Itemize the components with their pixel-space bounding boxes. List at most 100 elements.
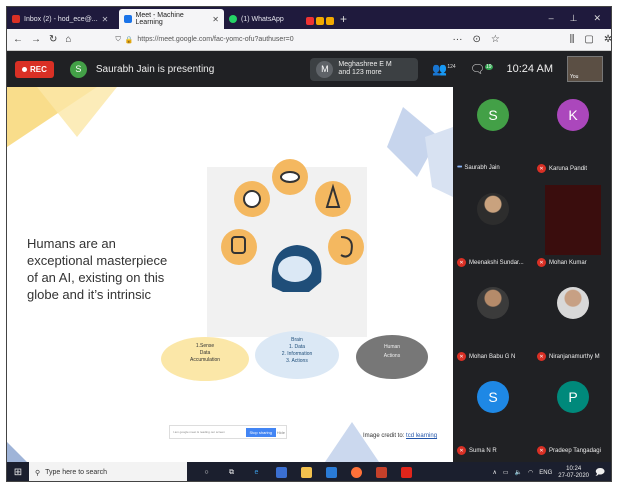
recording-badge[interactable]: REC — [15, 60, 54, 78]
tab-whatsapp[interactable]: (1) WhatsApp — [224, 9, 300, 29]
meet-icon — [124, 15, 132, 23]
volume-icon[interactable]: 🔈 — [515, 469, 522, 476]
participant-tile[interactable]: K ✕ Karuna Pandit — [533, 87, 611, 181]
system-clock[interactable]: 10:24 27-07-2020 — [558, 466, 589, 480]
participant-avatar: S — [477, 381, 509, 413]
tray-chevron-icon[interactable]: ∧ — [492, 469, 496, 476]
participant-avatar: P — [557, 381, 589, 413]
forward-icon[interactable]: → — [31, 34, 41, 45]
participant-tile[interactable]: S ✕ Suma N R — [453, 369, 533, 463]
others-count: and 123 more — [338, 69, 382, 76]
sidebar-icon[interactable]: ▢ — [584, 34, 593, 45]
participant-avatar: K — [557, 99, 589, 131]
participant-tile[interactable]: ✕ Mohan Kumar — [533, 181, 611, 275]
participant-name: Meenakshi Sundar... — [469, 259, 524, 266]
firefox-icon[interactable] — [351, 467, 362, 478]
eye-icon — [243, 190, 261, 208]
cortana-icon[interactable]: ○ — [201, 467, 212, 478]
language-indicator[interactable]: ENG — [539, 470, 552, 476]
participant-tile[interactable]: ✕ Meenakshi Sundar... — [453, 181, 533, 275]
credit-link[interactable]: tcd learning — [406, 433, 437, 439]
address-bar[interactable]: ⛉ 🔒 https://meet.google.com/fac-yomc-ofu… — [109, 32, 444, 47]
cloud-sense-label: 1.Sense Data Accumulation — [189, 343, 220, 363]
store-icon[interactable] — [276, 467, 287, 478]
ear-bubble — [328, 229, 364, 265]
edge-icon[interactable]: e — [251, 467, 262, 478]
self-label: You — [570, 74, 579, 80]
taskbar-search[interactable]: ⚲ Type here to search — [29, 462, 187, 481]
participant-name: Niranjanamurthy M — [549, 353, 600, 360]
extension-icon[interactable]: ✲ — [604, 34, 611, 45]
lock-icon: 🔒 — [124, 36, 134, 44]
stop-sharing-button[interactable]: Stop sharing — [245, 427, 276, 437]
hide-button[interactable]: Hide — [277, 430, 285, 435]
pin-icon[interactable]: ⊥ — [570, 13, 578, 24]
participant-photo — [477, 193, 509, 225]
back-icon[interactable]: ← — [13, 34, 23, 45]
sharing-bar: I am google meet & reading our screen St… — [169, 425, 287, 439]
participant-gallery: S ••• Saurabh Jain K ✕ Karuna Pandit ✕ Meen… — [453, 87, 611, 463]
pocket-icon[interactable]: ⊙ — [472, 34, 480, 45]
whatsapp-icon — [229, 15, 237, 23]
mic-off-icon: ✕ — [537, 446, 546, 455]
participant-tile[interactable]: P ✕ Pradeep Tangadagi — [533, 369, 611, 463]
participants-summary[interactable]: M Meghashree E M and 123 more — [310, 57, 419, 81]
screen: Inbox (2) - hod_ece@... ✕ Meet - Machine… — [6, 6, 612, 482]
others-name: Meghashree E M — [338, 61, 392, 68]
record-dot-icon — [22, 66, 27, 72]
chat-button[interactable]: 🗨19 — [470, 62, 493, 76]
explorer-icon[interactable] — [301, 467, 312, 478]
participant-name: Saurabh Jain — [464, 164, 500, 171]
taskbar-search-placeholder: Type here to search — [45, 469, 108, 476]
pinned-tab-icon[interactable] — [316, 17, 324, 25]
bookmark-star-icon[interactable]: ☆ — [491, 34, 500, 45]
people-count: 124 — [447, 64, 456, 70]
new-tab-button[interactable]: + — [334, 12, 353, 29]
notification-icon[interactable]: 🗩 — [595, 465, 605, 481]
self-view[interactable]: You — [567, 56, 603, 82]
pinned-tabs — [306, 17, 334, 29]
pinned-tab-icon[interactable] — [326, 17, 334, 25]
close-window-icon[interactable]: ✕ — [593, 13, 601, 24]
pinned-tab-icon[interactable] — [306, 17, 314, 25]
mic-off-icon: ✕ — [457, 446, 466, 455]
minimize-icon[interactable]: – — [549, 13, 554, 24]
speaking-icon: ••• — [457, 164, 462, 171]
task-view-icon[interactable]: ⧉ — [226, 467, 237, 478]
close-tab-icon[interactable]: ✕ — [102, 15, 109, 24]
participant-name: Karuna Pandit — [549, 165, 588, 172]
mouth-icon — [280, 171, 300, 183]
windows-start-icon[interactable]: ⊞ — [7, 467, 29, 478]
more-icon[interactable]: ··· — [452, 34, 462, 45]
participant-tile[interactable]: ✕ Mohan Babu G N — [453, 275, 533, 369]
close-tab-icon[interactable]: ✕ — [212, 15, 219, 24]
participant-video — [545, 185, 601, 255]
credit-label: Image credit to: — [363, 433, 405, 439]
tab-inbox[interactable]: Inbox (2) - hod_ece@... ✕ — [7, 9, 119, 29]
mic-off-icon: ✕ — [537, 164, 546, 173]
presenter-status: Saurabh Jain is presenting — [95, 63, 215, 75]
people-button[interactable]: 👥124 — [432, 62, 455, 76]
acrobat-icon[interactable] — [401, 467, 412, 478]
home-icon[interactable]: ⌂ — [65, 34, 71, 45]
mail-icon[interactable] — [326, 467, 337, 478]
reload-icon[interactable]: ↻ — [49, 34, 57, 45]
network-icon[interactable]: ◠ — [528, 469, 533, 476]
participant-tile[interactable]: ✕ Niranjanamurthy M — [533, 275, 611, 369]
tab-meet[interactable]: Meet - Machine Learning ✕ — [119, 9, 224, 29]
windows-taskbar: ⊞ ⚲ Type here to search ○ ⧉ e ∧ ▭ 🔈 ◠ EN… — [7, 462, 611, 481]
participant-name: Mohan Kumar — [549, 259, 587, 266]
url-text: https://meet.google.com/fac-yomc-ofu?aut… — [137, 36, 294, 43]
participant-tile[interactable]: S ••• Saurabh Jain — [453, 87, 533, 181]
participant-avatar: S — [477, 99, 509, 131]
tab-label: (1) WhatsApp — [241, 15, 284, 23]
library-icon[interactable]: ⫼ — [570, 34, 575, 45]
system-tray: ∧ ▭ 🔈 ◠ ENG 10:24 27-07-2020 🗩 — [492, 465, 611, 481]
tab-label: Meet - Machine Learning — [135, 12, 184, 26]
battery-icon[interactable]: ▭ — [503, 469, 509, 476]
powerpoint-icon[interactable] — [376, 467, 387, 478]
decor-triangle — [7, 442, 27, 462]
mic-off-icon: ✕ — [537, 352, 546, 361]
meet-header: REC S Saurabh Jain is presenting M Megha… — [7, 51, 611, 87]
meet-toolbar: 👥124 🗨19 10:24 AM You — [432, 56, 603, 82]
